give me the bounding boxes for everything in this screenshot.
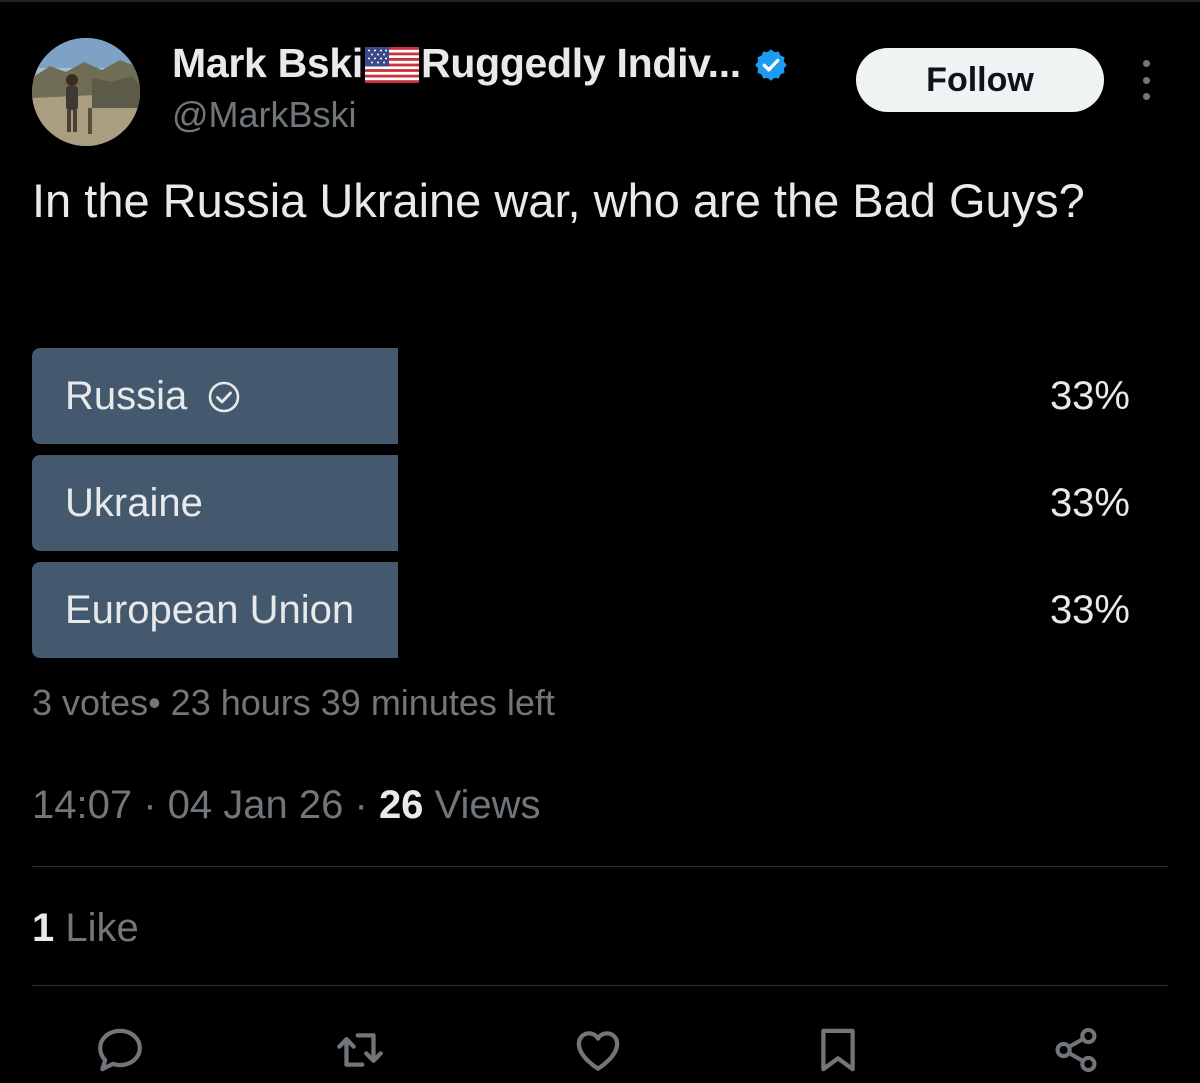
us-flag-icon	[365, 46, 420, 83]
bookmark-icon[interactable]	[810, 1022, 866, 1078]
timestamp-date[interactable]: 04 Jan 26	[168, 783, 344, 827]
poll-option-label: European Union	[65, 587, 355, 632]
retweet-icon[interactable]	[332, 1022, 388, 1078]
poll-option-percent: 33%	[1049, 373, 1130, 418]
likes-label: Like	[65, 906, 139, 950]
like-icon[interactable]	[570, 1022, 626, 1078]
share-icon[interactable]	[1048, 1022, 1104, 1078]
tweet-text: In the Russia Ukraine war, who are the B…	[32, 174, 1085, 227]
poll-option-ukraine: Ukraine 33%	[32, 455, 1142, 551]
likes-count: 1	[32, 906, 55, 950]
avatar[interactable]	[32, 38, 140, 146]
views-count: 26	[378, 783, 424, 827]
reply-icon[interactable]	[92, 1022, 148, 1078]
display-name[interactable]: Mark Bski Ruggedly Indiv...	[172, 40, 789, 87]
poll-option-russia: Russia 33%	[32, 348, 1142, 444]
views-label: Views	[434, 783, 541, 827]
poll-option-label: Russia	[65, 373, 188, 418]
poll-option-percent: 33%	[1049, 480, 1130, 525]
check-circle-icon	[207, 379, 241, 413]
divider	[32, 985, 1168, 986]
follow-button[interactable]: Follow	[856, 48, 1104, 112]
divider	[32, 866, 1168, 867]
top-divider	[0, 0, 1200, 2]
author-handle[interactable]: @MarkBski	[172, 94, 357, 136]
poll-option-label: Ukraine	[65, 480, 203, 525]
author-name-suffix: Ruggedly Indiv...	[421, 40, 741, 86]
author-name: Mark Bski	[172, 40, 364, 86]
likes-summary[interactable]: 1 Like	[32, 906, 139, 951]
timestamp-time[interactable]: 14:07	[32, 783, 132, 827]
poll-option-european-union: European Union 33%	[32, 562, 1142, 658]
verified-badge-icon[interactable]	[753, 46, 789, 82]
poll-option-percent: 33%	[1049, 587, 1130, 632]
more-options-icon[interactable]	[1130, 60, 1162, 100]
poll-meta: 3 votes• 23 hours 39 minutes left	[32, 682, 555, 723]
tweet-timestamp: 14:07 · 04 Jan 26 · 26 Views	[32, 783, 541, 827]
